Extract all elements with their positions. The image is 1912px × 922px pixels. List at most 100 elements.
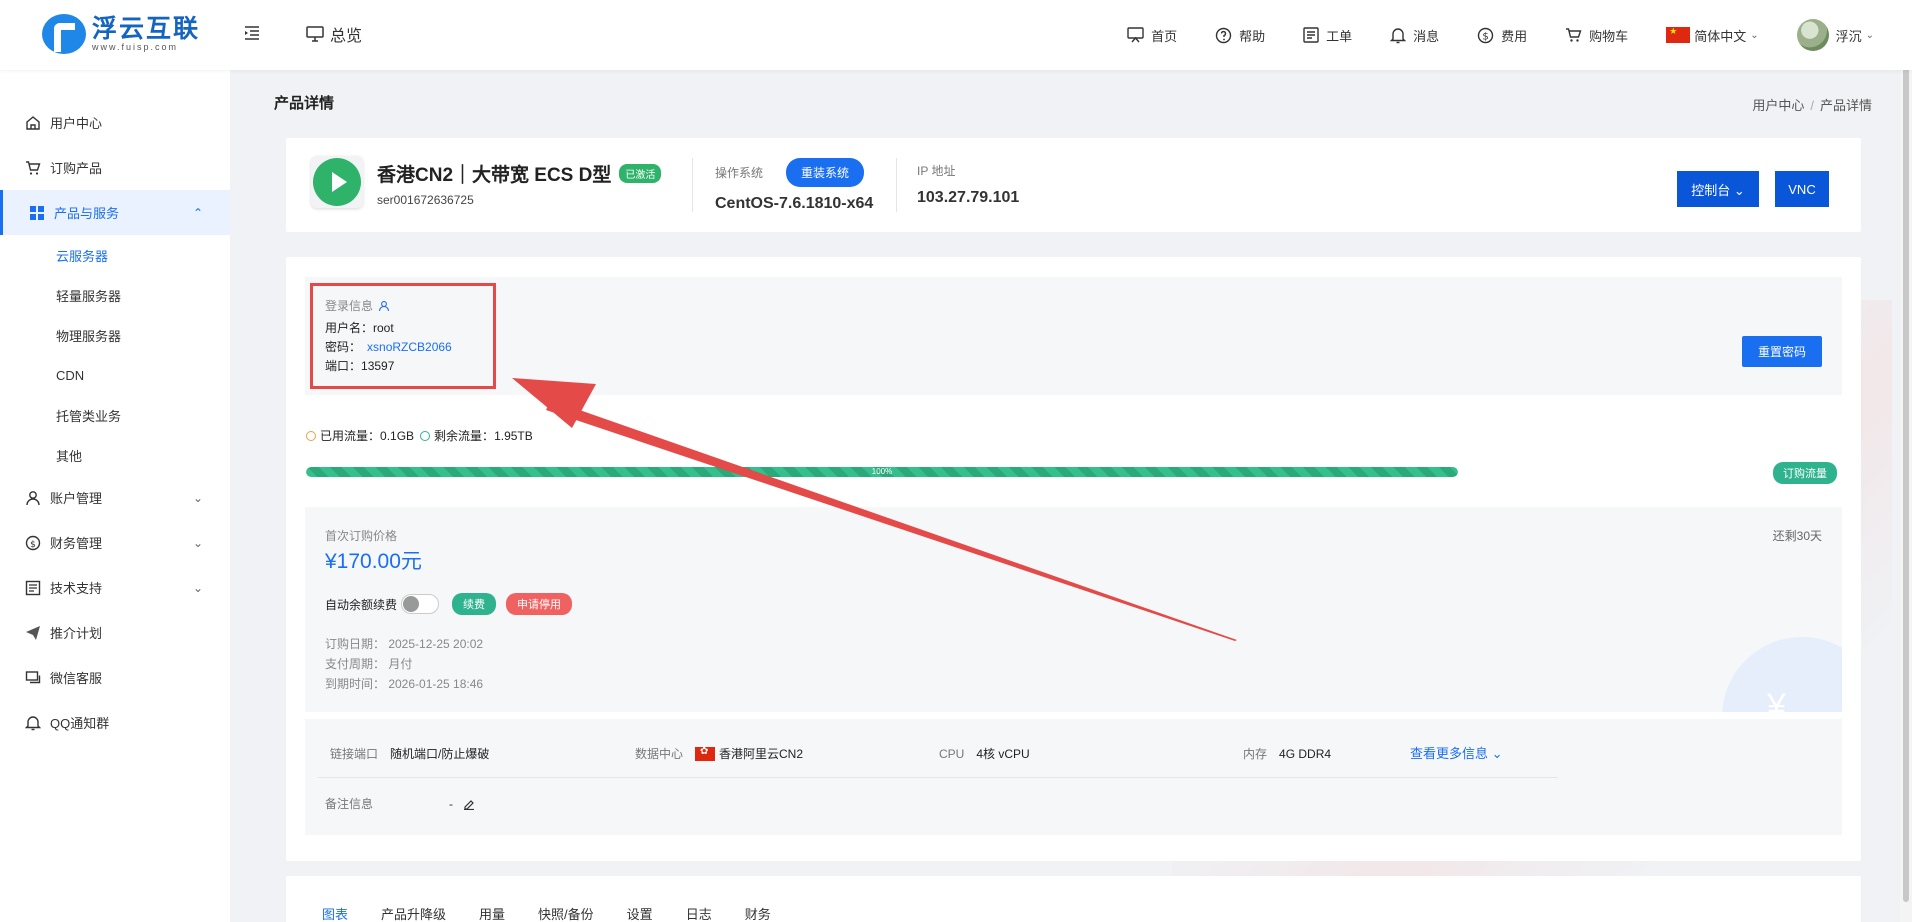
overview-label: 总览: [330, 28, 363, 45]
tab-usage[interactable]: 用量: [479, 904, 505, 922]
logo-icon: [42, 14, 86, 54]
product-details-card: 登录信息 用户名：root 密码： xsnoRZCB2066 端口：13597 重…: [286, 257, 1861, 861]
sidebar-subitem-light-server[interactable]: 轻量服务器: [0, 275, 230, 315]
traffic-progress-bar: 100%: [306, 467, 1458, 477]
remark-value: -: [449, 796, 453, 811]
spec-panel: 链接端口随机端口/防止爆破 数据中心 香港阿里云CN2 CPU4核 vCPU 内…: [305, 719, 1842, 835]
tab-finance[interactable]: 财务: [745, 904, 771, 922]
login-username: root: [373, 321, 394, 335]
yuan-illustration-icon: [1722, 637, 1842, 712]
sidebar-subitem-physical-server[interactable]: 物理服务器: [0, 315, 230, 355]
remark-row: 备注信息 -: [325, 795, 475, 812]
sidebar-item-user-center[interactable]: 用户中心: [0, 100, 230, 145]
chevron-up-icon: ⌃: [192, 205, 203, 220]
avatar: [1796, 19, 1829, 51]
renew-button[interactable]: 续费: [452, 593, 497, 615]
sidebar-subitem-other[interactable]: 其他: [0, 435, 230, 475]
document-icon: [25, 580, 41, 595]
ip-label: IP 地址: [917, 164, 956, 178]
auto-renew-toggle[interactable]: [401, 594, 440, 614]
spec-port: 链接端口 随机端口/防止爆破: [330, 747, 490, 761]
paper-plane-icon: [26, 625, 40, 640]
chat-icon: [25, 670, 41, 683]
sidebar-item-referral[interactable]: 推介计划: [0, 610, 230, 655]
suspend-button[interactable]: 申请停用: [506, 593, 573, 615]
view-more-link[interactable]: 查看更多信息 ⌄: [1410, 743, 1503, 762]
spec-cpu: CPU 4核 vCPU: [939, 746, 1030, 762]
scrollbar[interactable]: [1900, 0, 1912, 922]
detail-tabs: 图表 产品升降级 用量 快照/备份 设置 日志 财务: [322, 904, 804, 922]
nav-help[interactable]: 帮助: [1215, 26, 1265, 45]
logo[interactable]: 浮云互联 www.fuisp.com: [42, 14, 200, 54]
edit-icon[interactable]: [463, 798, 475, 810]
svg-text:$: $: [1482, 31, 1488, 42]
dollar-icon: $: [25, 535, 41, 550]
user-icon[interactable]: [378, 300, 390, 312]
traffic-used: 0.1GB: [380, 428, 415, 443]
sidebar-item-qq[interactable]: QQ通知群: [0, 700, 230, 745]
billing-panel: 首次订购价格 ¥170.00元 还剩30天 自动余额续费 续费 申请停用 订购日…: [305, 507, 1842, 712]
used-dot-icon: [306, 430, 316, 441]
nav-cart[interactable]: 购物车: [1565, 26, 1628, 45]
buy-traffic-button[interactable]: 订购流量: [1773, 462, 1837, 484]
sidebar-item-products[interactable]: 产品与服务 ⌃: [0, 190, 230, 235]
page-title: 产品详情: [274, 95, 335, 112]
dollar-icon: $: [1477, 27, 1494, 43]
hong-kong-flag-icon: [695, 746, 716, 761]
user-icon: [26, 490, 40, 505]
top-nav: 首页 帮助 工单 消息 $ 费用 购物车 简体中文 ⌄ 浮沉: [1089, 0, 1874, 70]
tab-log[interactable]: 日志: [686, 904, 712, 922]
logo-domain: www.fuisp.com: [92, 42, 179, 52]
status-badge: 已激活: [619, 164, 662, 183]
ip-value: 103.27.79.101: [917, 189, 1020, 206]
os-value: CentOS-7.6.1810-x64: [715, 195, 874, 212]
grid-icon: [30, 205, 44, 220]
chevron-down-icon: ⌄: [1488, 746, 1503, 761]
sidebar-item-wechat[interactable]: 微信客服: [0, 655, 230, 700]
sidebar-item-support[interactable]: 技术支持 ⌄: [0, 565, 230, 610]
sidebar-subitem-cdn[interactable]: CDN: [0, 355, 230, 395]
remaining-days: 还剩30天: [1772, 529, 1822, 543]
nav-home[interactable]: 首页: [1127, 26, 1177, 45]
help-icon: [1215, 27, 1232, 43]
overview-link[interactable]: 总览: [306, 22, 362, 46]
login-port: 13597: [361, 359, 395, 373]
console-button[interactable]: 控制台 ⌄: [1677, 171, 1759, 207]
detail-tabs-card: 图表 产品升降级 用量 快照/备份 设置 日志 财务: [286, 876, 1861, 922]
monitor-icon: [306, 26, 324, 42]
expire-date: 到期时间： 2026-01-25 18:46: [325, 677, 484, 691]
tab-settings[interactable]: 设置: [627, 904, 653, 922]
nav-ticket[interactable]: 工单: [1303, 26, 1352, 45]
language-select[interactable]: 简体中文 ⌄: [1666, 26, 1759, 45]
price-label: 首次订购价格: [325, 529, 398, 543]
auto-renew-label: 自动余额续费: [325, 597, 398, 612]
logo-name: 浮云互联: [92, 15, 201, 43]
chevron-down-icon: ⌄: [192, 535, 203, 550]
breadcrumb-item: 产品详情: [1819, 98, 1872, 113]
login-port-row: 端口：13597: [325, 359, 395, 373]
ticket-icon: [1303, 27, 1319, 43]
tab-chart[interactable]: 图表: [322, 904, 348, 922]
menu-collapse-icon[interactable]: [243, 24, 261, 42]
nav-message[interactable]: 消息: [1390, 26, 1439, 45]
sidebar-item-finance[interactable]: $ 财务管理 ⌄: [0, 520, 230, 565]
tab-upgrade[interactable]: 产品升降级: [381, 904, 446, 922]
sidebar-subitem-cloud-server[interactable]: 云服务器: [0, 235, 230, 275]
chevron-down-icon: ⌄: [1865, 29, 1874, 41]
top-bar: 浮云互联 www.fuisp.com 总览 首页 帮助 工单 消息 $ 费用 购…: [0, 0, 1912, 70]
reset-password-button[interactable]: 重置密码: [1741, 336, 1822, 367]
vnc-button[interactable]: VNC: [1775, 171, 1829, 207]
user-menu[interactable]: 浮沉 ⌄: [1796, 19, 1874, 51]
traffic-remain: 1.95TB: [494, 428, 533, 443]
server-status[interactable]: [311, 156, 363, 208]
product-name: 香港CN2｜大带宽 ECS D型: [377, 165, 612, 186]
sidebar-subitem-hosting[interactable]: 托管类业务: [0, 395, 230, 435]
play-icon: [313, 158, 361, 206]
login-password[interactable]: xsnoRZCB2066: [367, 340, 452, 354]
reinstall-button[interactable]: 重装系统: [786, 158, 865, 187]
breadcrumb-item[interactable]: 用户中心: [1752, 98, 1804, 113]
sidebar-item-order[interactable]: 订购产品: [0, 145, 230, 190]
nav-fee[interactable]: $ 费用: [1477, 26, 1527, 45]
sidebar-item-account[interactable]: 账户管理 ⌄: [0, 475, 230, 520]
tab-snapshot[interactable]: 快照/备份: [538, 904, 594, 922]
